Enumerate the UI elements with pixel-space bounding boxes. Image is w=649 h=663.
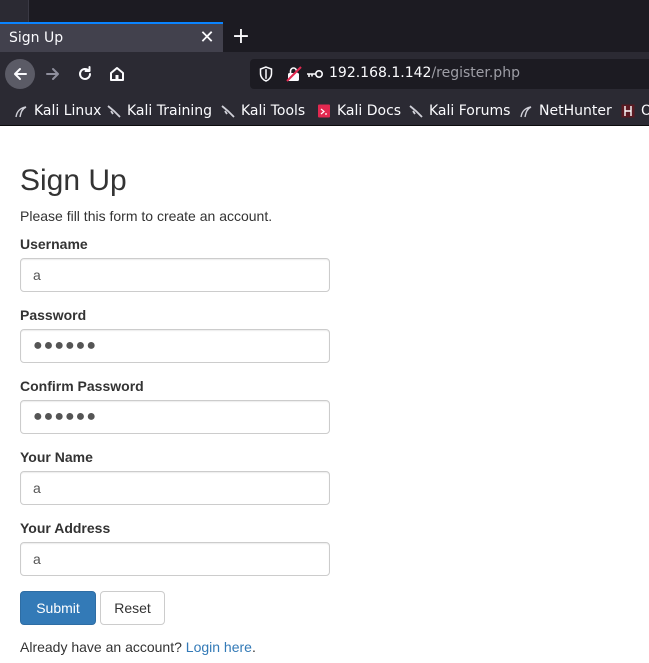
url-bar[interactable]: 192.168.1.142/register.php [250, 59, 649, 89]
confirm-password-input[interactable]: ●●●●●● [20, 400, 330, 434]
reload-button[interactable] [70, 59, 100, 89]
confirm-password-value: ●●●●●● [33, 408, 97, 425]
login-prompt-period: . [251, 639, 256, 655]
bookmark-kali-linux[interactable]: Kali Linux [14, 101, 101, 121]
address-input[interactable]: a [20, 542, 330, 576]
kali-dragon-icon [409, 105, 423, 118]
browser-chrome: Sign Up ✕ + 192.168.1.142/register.php K… [0, 0, 649, 126]
new-tab-icon[interactable]: + [229, 25, 253, 49]
shield-icon[interactable] [259, 66, 273, 82]
url-text: 192.168.1.142/register.php [329, 65, 520, 81]
confirm-password-label: Confirm Password [20, 378, 144, 394]
bookmark-label: Kali Linux [34, 103, 102, 119]
key-icon[interactable] [306, 66, 324, 82]
form-subtitle: Please fill this form to create an accou… [20, 208, 273, 224]
bookmark-label: Kali Tools [241, 103, 306, 119]
previous-tab[interactable] [0, 0, 29, 22]
address-value: a [33, 551, 41, 567]
bookmark-label: O [641, 103, 649, 119]
bookmark-offsec[interactable]: O [621, 101, 649, 121]
bookmark-kali-forums[interactable]: Kali Forums [409, 101, 510, 121]
bookmark-kali-docs[interactable]: Kali Docs [317, 101, 401, 121]
close-icon[interactable]: ✕ [196, 27, 218, 49]
bookmark-label: NetHunter [539, 103, 612, 119]
insecure-lock-icon[interactable] [286, 66, 302, 82]
login-prompt: Already have an account? Login here. [20, 639, 256, 655]
page-title: Sign Up [20, 164, 127, 197]
docs-book-icon [318, 104, 330, 118]
nethunter-icon [520, 106, 532, 118]
navigation-bar: 192.168.1.142/register.php [0, 52, 649, 96]
reset-button[interactable]: Reset [100, 591, 165, 625]
home-button[interactable] [102, 59, 132, 89]
username-input[interactable]: a [20, 258, 330, 292]
password-input[interactable]: ●●●●●● [20, 329, 330, 363]
bookmark-kali-tools[interactable]: Kali Tools [221, 101, 305, 121]
back-button[interactable] [5, 59, 35, 89]
home-icon [110, 67, 124, 81]
username-label: Username [20, 236, 88, 252]
url-host: 192.168.1.142 [329, 65, 432, 81]
arrow-left-icon [14, 68, 27, 80]
address-label: Your Address [20, 520, 111, 536]
username-value: a [33, 267, 41, 283]
tab-strip: Sign Up ✕ + [0, 0, 649, 52]
name-value: a [33, 480, 41, 496]
kali-dragon-icon [15, 106, 27, 118]
bookmarks-toolbar: Kali Linux Kali Training Kali Tools Kali… [0, 96, 649, 126]
active-tab[interactable]: Sign Up ✕ [0, 22, 223, 52]
kali-dragon-icon [221, 105, 235, 118]
password-value: ●●●●●● [33, 337, 97, 354]
bookmark-label: Kali Training [127, 103, 212, 119]
offsec-icon [621, 104, 635, 118]
bookmark-kali-training[interactable]: Kali Training [107, 101, 212, 121]
login-prompt-text: Already have an account? [20, 639, 182, 655]
submit-button[interactable]: Submit [20, 591, 96, 625]
bookmark-label: Kali Docs [337, 103, 402, 119]
url-path: /register.php [431, 65, 520, 81]
login-link[interactable]: Login here [186, 639, 252, 655]
reload-icon [79, 66, 91, 80]
bookmark-nethunter[interactable]: NetHunter [519, 101, 612, 121]
arrow-right-icon [46, 68, 59, 80]
name-input[interactable]: a [20, 471, 330, 505]
kali-dragon-icon [107, 105, 121, 118]
tab-title: Sign Up [9, 30, 64, 46]
name-label: Your Name [20, 449, 93, 465]
forward-button[interactable] [38, 59, 68, 89]
bookmark-label: Kali Forums [429, 103, 511, 119]
password-label: Password [20, 307, 87, 323]
